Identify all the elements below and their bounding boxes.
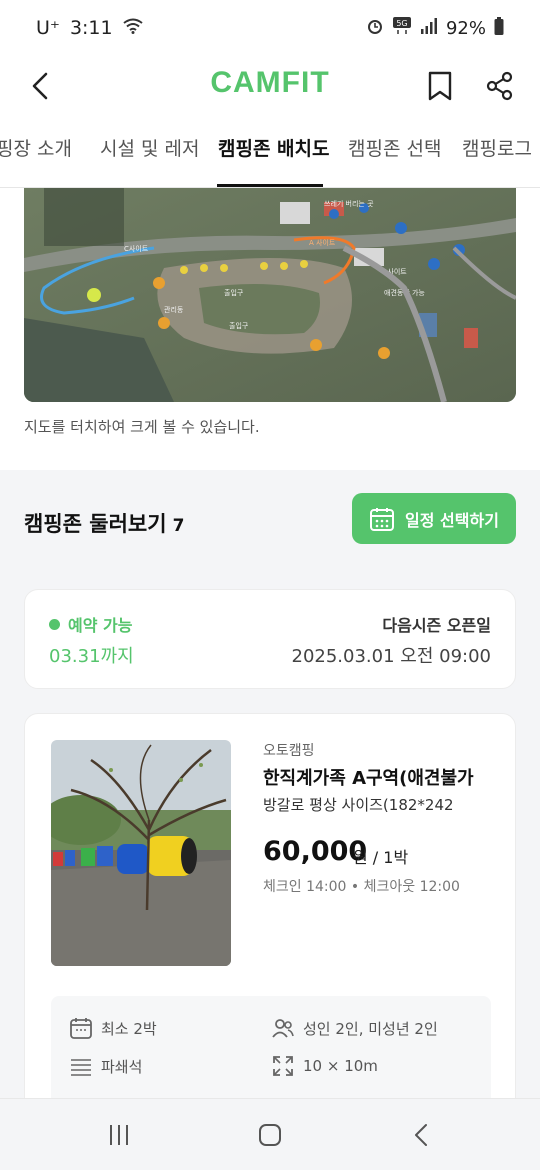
floor-type: 파쇄석: [101, 1057, 143, 1076]
site-description: 방갈로 평상 사이즈(182*242: [263, 796, 454, 814]
5g-icon: 5G: [392, 16, 412, 40]
calendar-icon: [370, 507, 395, 531]
booking-status: 예약 가능: [49, 612, 132, 636]
campsite-map[interactable]: C사이트 A 사이트 D사이트 출입구 출입구 애견동반 가능 쓰레기 버리는 …: [24, 188, 516, 402]
select-schedule-button[interactable]: 일정 선택하기: [352, 493, 516, 544]
battery-percent: 92%: [445, 17, 486, 39]
site-size: 10 × 10m: [303, 1057, 378, 1075]
size-item: 10 × 10m: [271, 1054, 378, 1078]
people-icon: [272, 1019, 294, 1038]
next-season-date: 2025.03.01 오전 09:00: [291, 646, 492, 667]
map-section: C사이트 A 사이트 D사이트 출입구 출입구 애견동반 가능 쓰레기 버리는 …: [0, 188, 540, 470]
recent-apps-button[interactable]: [101, 1117, 137, 1153]
map-caption: 지도를 터치하여 크게 볼 수 있습니다.: [24, 418, 260, 436]
battery-icon: [494, 16, 504, 40]
floor-icon: [71, 1059, 91, 1076]
schedule-button-label: 일정 선택하기: [405, 510, 499, 530]
zone-section-title: 캠핑존 둘러보기 7: [24, 508, 184, 538]
expand-icon: [273, 1056, 293, 1076]
share-button[interactable]: [482, 68, 518, 104]
tab-zone-select[interactable]: 캠핑존 선택: [348, 134, 441, 161]
site-card[interactable]: 오토캠핑 한직계가족 A구역(애견불가 방갈로 평상 사이즈(182*242 6…: [24, 713, 516, 1116]
status-bar: U⁺ 3:11 5G 92%: [0, 0, 540, 56]
tab-zone-map[interactable]: 캠핑존 배치도: [218, 134, 330, 161]
available-dot-icon: [49, 618, 60, 630]
site-photo[interactable]: [51, 740, 231, 966]
min-nights: 최소 2박: [101, 1019, 157, 1038]
svg-text:C사이트: C사이트: [124, 244, 149, 253]
app-header: CAMFIT: [0, 56, 540, 116]
svg-text:A 사이트: A 사이트: [309, 238, 336, 247]
share-icon: [486, 71, 513, 101]
back-icon: [415, 1124, 427, 1146]
tab-camping-intro[interactable]: 핑장 소개: [0, 134, 72, 161]
svg-text:관리동: 관리동: [164, 305, 184, 314]
system-back-button[interactable]: [404, 1117, 440, 1153]
signal-icon: [420, 17, 438, 39]
people-item: 성인 2인, 미성년 2인: [271, 1016, 438, 1040]
bookmark-button[interactable]: [422, 68, 458, 104]
zone-count: 7: [172, 516, 185, 536]
svg-text:출입구: 출입구: [229, 321, 249, 330]
next-season-label: 다음시즌 오픈일: [382, 616, 491, 635]
home-icon: [259, 1124, 281, 1146]
site-price: 60,000: [263, 836, 368, 867]
booking-status-card: 예약 가능 03.31까지 다음시즌 오픈일 2025.03.01 오전 09:…: [24, 589, 516, 689]
carrier-label: U⁺: [36, 17, 60, 39]
system-nav-bar: [0, 1098, 540, 1170]
camfit-logo: CAMFIT: [210, 66, 330, 99]
alarm-icon: [366, 17, 384, 40]
tab-camping-log[interactable]: 캠핑로그: [462, 134, 532, 161]
active-tab-indicator: [217, 184, 323, 187]
floor-item: 파쇄석: [69, 1054, 142, 1078]
home-button[interactable]: [252, 1117, 288, 1153]
site-type: 오토캠핑: [263, 743, 315, 759]
site-price-unit: 원 / 1박: [353, 848, 409, 867]
clock: 3:11: [69, 17, 113, 39]
tab-facilities[interactable]: 시설 및 레저: [100, 134, 199, 161]
booking-status-label: 예약 가능: [68, 616, 133, 635]
people-capacity: 성인 2인, 미성년 2인: [303, 1019, 438, 1038]
recent-apps-icon: [110, 1125, 128, 1145]
bookmark-icon: [428, 71, 452, 101]
calendar-icon: [70, 1018, 92, 1039]
svg-text:5G: 5G: [396, 19, 407, 28]
zone-section: 캠핑존 둘러보기 7 일정 선택하기 예약 가능 03.31까지 다음시즌 오픈일…: [0, 470, 540, 1130]
zone-title-text: 캠핑존 둘러보기: [24, 512, 167, 536]
wifi-icon: [122, 17, 143, 39]
tab-bar: 핑장 소개 시설 및 레저 캠핑존 배치도 캠핑존 선택 캠핑로그: [0, 116, 540, 188]
site-check-times: 체크인 14:00 • 체크아웃 12:00: [263, 879, 460, 895]
svg-text:쓰레기 버리는 곳: 쓰레기 버리는 곳: [324, 199, 374, 208]
booking-until: 03.31까지: [49, 646, 134, 667]
min-nights-item: 최소 2박: [69, 1016, 157, 1040]
site-name: 한직계가족 A구역(애견불가: [263, 768, 474, 789]
svg-text:출입구: 출입구: [224, 288, 244, 297]
